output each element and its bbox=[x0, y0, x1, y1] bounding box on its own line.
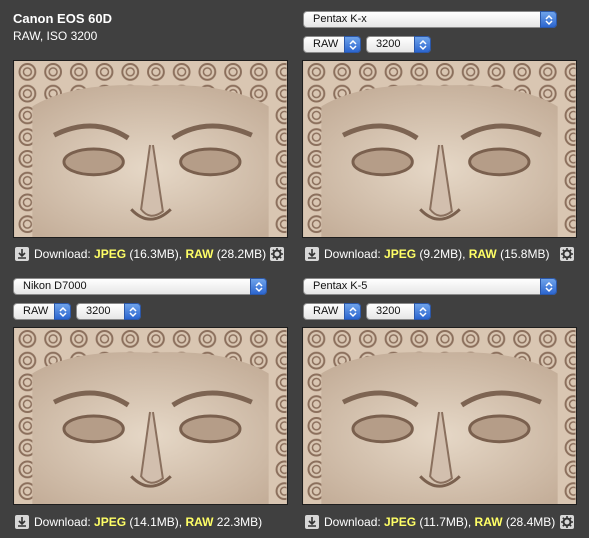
panel-canon: Canon EOS 60D RAW, ISO 3200 bbox=[13, 11, 112, 43]
camera-select-pentax-kx[interactable]: Pentax K-x bbox=[303, 11, 557, 28]
jpeg-size: (11.7MB), bbox=[419, 515, 472, 529]
sample-image-pentax-k5 bbox=[302, 327, 577, 505]
select-arrows-icon[interactable] bbox=[540, 11, 557, 28]
download-row-pentax-kx: Download: JPEG (9.2MB), RAW (15.8MB) bbox=[305, 246, 549, 262]
camera-select-value: Nikon D7000 bbox=[23, 280, 87, 292]
camera-select-value: Pentax K-5 bbox=[313, 280, 368, 292]
sample-image-nikon-d7000 bbox=[13, 327, 288, 505]
format-value: RAW bbox=[23, 305, 49, 317]
download-row-nikon-d7000: Download: JPEG (14.1MB), RAW 22.3MB) bbox=[15, 514, 262, 530]
raw-size: 22.3MB) bbox=[216, 515, 263, 529]
gear-icon[interactable] bbox=[560, 247, 574, 261]
select-arrows-icon[interactable] bbox=[414, 303, 431, 320]
sample-image-pentax-kx bbox=[302, 60, 577, 238]
select-arrows-icon[interactable] bbox=[54, 303, 71, 320]
select-arrows-icon[interactable] bbox=[344, 303, 361, 320]
download-icon[interactable] bbox=[15, 515, 29, 529]
select-arrows-icon[interactable] bbox=[344, 36, 361, 53]
camera-select-pentax-k5[interactable]: Pentax K-5 bbox=[303, 278, 557, 295]
iso-value: 3200 bbox=[86, 305, 111, 317]
raw-link[interactable]: RAW bbox=[475, 515, 503, 529]
download-label: Download: bbox=[34, 247, 91, 261]
iso-value: 3200 bbox=[376, 305, 401, 317]
select-arrows-icon[interactable] bbox=[540, 278, 557, 295]
iso-select[interactable]: 3200 bbox=[366, 36, 431, 53]
download-label: Download: bbox=[324, 247, 381, 261]
jpeg-size: (14.1MB), bbox=[129, 515, 183, 529]
download-row-canon: Download: JPEG (16.3MB), RAW (28.2MB) bbox=[15, 246, 266, 262]
camera-settings: RAW, ISO 3200 bbox=[13, 29, 98, 43]
camera-title: Canon EOS 60D bbox=[13, 11, 112, 26]
jpeg-link[interactable]: JPEG bbox=[94, 247, 126, 261]
camera-select-nikon-d7000[interactable]: Nikon D7000 bbox=[13, 278, 267, 295]
raw-link[interactable]: RAW bbox=[469, 247, 497, 261]
jpeg-size: (16.3MB), bbox=[129, 247, 183, 261]
raw-size: (15.8MB) bbox=[500, 247, 550, 261]
jpeg-link[interactable]: JPEG bbox=[94, 515, 126, 529]
download-label: Download: bbox=[34, 515, 91, 529]
select-arrows-icon[interactable] bbox=[250, 278, 267, 295]
raw-link[interactable]: RAW bbox=[185, 515, 213, 529]
format-value: RAW bbox=[313, 38, 339, 50]
download-icon[interactable] bbox=[305, 247, 319, 261]
gear-icon[interactable] bbox=[560, 515, 574, 529]
camera-select-value: Pentax K-x bbox=[313, 13, 367, 25]
jpeg-size: (9.2MB), bbox=[419, 247, 466, 261]
format-value: RAW bbox=[313, 305, 339, 317]
download-row-pentax-k5: Download: JPEG (11.7MB), RAW (28.4MB) bbox=[305, 514, 555, 530]
format-select[interactable]: RAW bbox=[303, 36, 361, 53]
jpeg-link[interactable]: JPEG bbox=[384, 515, 416, 529]
sample-image-canon bbox=[13, 60, 288, 238]
download-label: Download: bbox=[324, 515, 381, 529]
download-icon[interactable] bbox=[305, 515, 319, 529]
iso-select[interactable]: 3200 bbox=[366, 303, 431, 320]
format-select[interactable]: RAW bbox=[13, 303, 71, 320]
jpeg-link[interactable]: JPEG bbox=[384, 247, 416, 261]
iso-select[interactable]: 3200 bbox=[76, 303, 141, 320]
raw-size: (28.2MB) bbox=[216, 247, 267, 261]
select-arrows-icon[interactable] bbox=[414, 36, 431, 53]
iso-value: 3200 bbox=[376, 38, 401, 50]
raw-link[interactable]: RAW bbox=[185, 247, 213, 261]
format-select[interactable]: RAW bbox=[303, 303, 361, 320]
gear-icon[interactable] bbox=[270, 247, 284, 261]
download-icon[interactable] bbox=[15, 247, 29, 261]
select-arrows-icon[interactable] bbox=[124, 303, 141, 320]
raw-size: (28.4MB) bbox=[505, 515, 556, 529]
